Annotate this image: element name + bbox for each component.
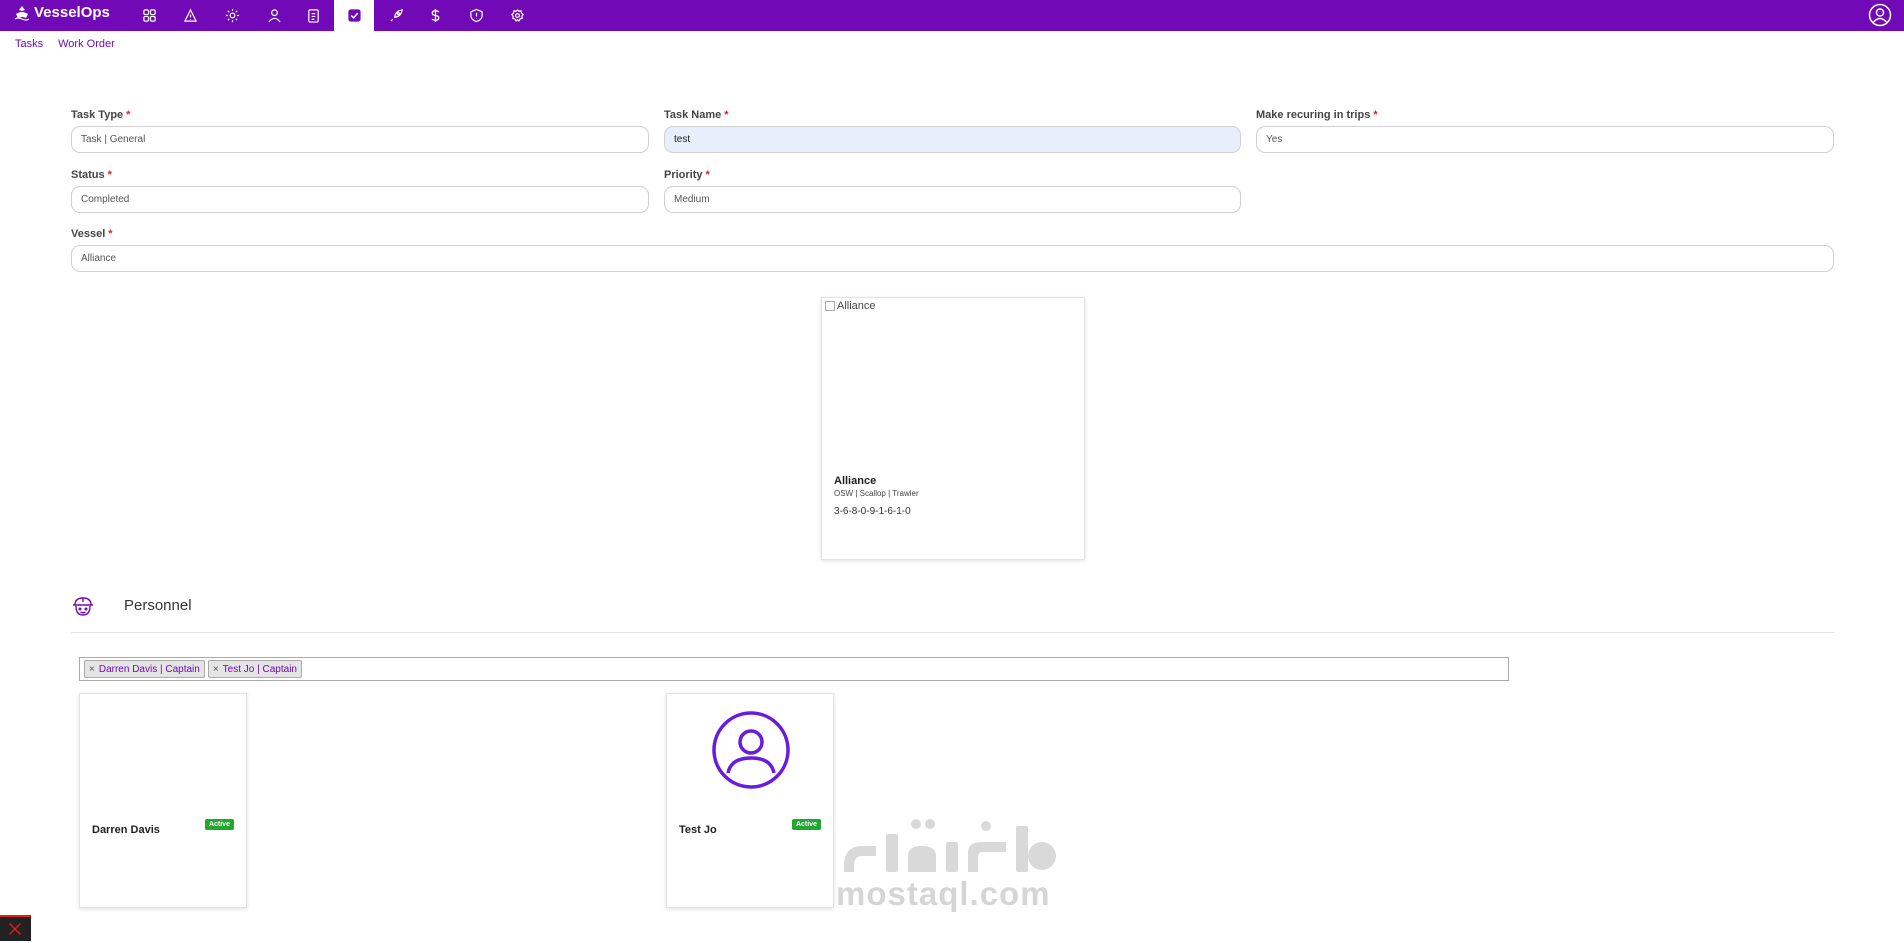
vessel-card[interactable]: Alliance Alliance OSW | Scallop | Trawle…: [821, 297, 1085, 560]
gear-icon: [225, 8, 239, 23]
personnel-tag: × Darren Davis | Captain: [84, 660, 205, 678]
broken-image-icon: [825, 301, 835, 311]
clipboard-icon: [307, 9, 319, 23]
personnel-tag: × Test Jo | Captain: [207, 660, 302, 678]
nav-tasks[interactable]: [334, 0, 374, 31]
vessel-image-alt: Alliance: [837, 300, 876, 312]
app-logo[interactable]: VesselOps: [14, 4, 110, 21]
nav-launch[interactable]: [376, 0, 416, 31]
breadcrumb: Tasks Work Order: [15, 38, 115, 50]
task-name-label: Task Name *: [664, 109, 729, 121]
user-icon: [267, 9, 281, 23]
section-divider: [71, 632, 1834, 633]
recurring-label: Make recuring in trips *: [1256, 109, 1378, 121]
vessel-label: Vessel *: [71, 228, 113, 240]
remove-tag-button[interactable]: ×: [89, 664, 95, 675]
rocket-icon: [389, 9, 403, 22]
person-name: Darren Davis: [92, 824, 160, 836]
profile-button[interactable]: [1866, 1, 1894, 29]
check-icon: [347, 9, 361, 22]
status-badge: Active: [204, 819, 234, 830]
person-card-test-jo[interactable]: Test Jo Active: [666, 693, 834, 908]
task-type-select[interactable]: Task | General: [71, 126, 649, 153]
nav-compliance[interactable]: [456, 0, 496, 31]
nav-reports[interactable]: [293, 0, 333, 31]
nav-finance[interactable]: [415, 0, 455, 31]
app-name: VesselOps: [34, 4, 110, 21]
vessel-number: 3-6-8-0-9-1-6-1-0: [834, 506, 911, 517]
account-circle-icon: [1868, 3, 1892, 27]
task-type-label: Task Type *: [71, 109, 131, 121]
vessel-image: Alliance: [825, 300, 876, 312]
vessel-name: Alliance: [834, 475, 877, 487]
person-name: Test Jo: [679, 824, 717, 836]
ship-icon: [14, 5, 30, 21]
shield-icon: [469, 8, 483, 23]
breadcrumb-tasks[interactable]: Tasks: [15, 38, 43, 50]
hard-hat-worker-icon: [73, 597, 93, 616]
recurring-select[interactable]: Yes: [1256, 126, 1834, 153]
watermark-text: mostaql.com: [836, 875, 1051, 912]
breadcrumb-work-order[interactable]: Work Order: [58, 38, 115, 50]
grid-icon: [142, 9, 156, 22]
personnel-title: Personnel: [124, 597, 192, 614]
priority-select[interactable]: Medium: [664, 186, 1241, 213]
status-badge: Active: [791, 819, 821, 830]
top-navbar: VesselOps: [0, 0, 1904, 31]
priority-label: Priority *: [664, 169, 710, 181]
personnel-multiselect[interactable]: × Darren Davis | Captain × Test Jo | Cap…: [79, 657, 1509, 681]
vessel-select[interactable]: Alliance: [71, 245, 1834, 272]
status-select[interactable]: Completed: [71, 186, 649, 213]
task-name-input[interactable]: test: [664, 126, 1241, 153]
debug-toolbar-toggle[interactable]: [0, 915, 31, 941]
nav-settings[interactable]: [497, 0, 537, 31]
warning-icon: [183, 8, 197, 22]
nav-dashboard[interactable]: [129, 0, 169, 31]
nav-alerts[interactable]: [170, 0, 210, 31]
tag-label: Darren Davis | Captain: [98, 663, 200, 675]
status-label: Status *: [71, 169, 112, 181]
person-card-darren-davis[interactable]: Darren Davis Active: [79, 693, 247, 908]
bug-icon: [9, 923, 21, 935]
settings-icon: [510, 9, 524, 22]
tag-label: Test Jo | Captain: [222, 663, 297, 675]
vessel-subtitle: OSW | Scallop | Trawler: [834, 489, 919, 498]
nav-crew[interactable]: [254, 0, 294, 31]
dollar-icon: [431, 8, 439, 23]
avatar-placeholder-icon: [712, 711, 790, 789]
remove-tag-button[interactable]: ×: [213, 664, 219, 675]
nav-maintenance[interactable]: [212, 0, 252, 31]
